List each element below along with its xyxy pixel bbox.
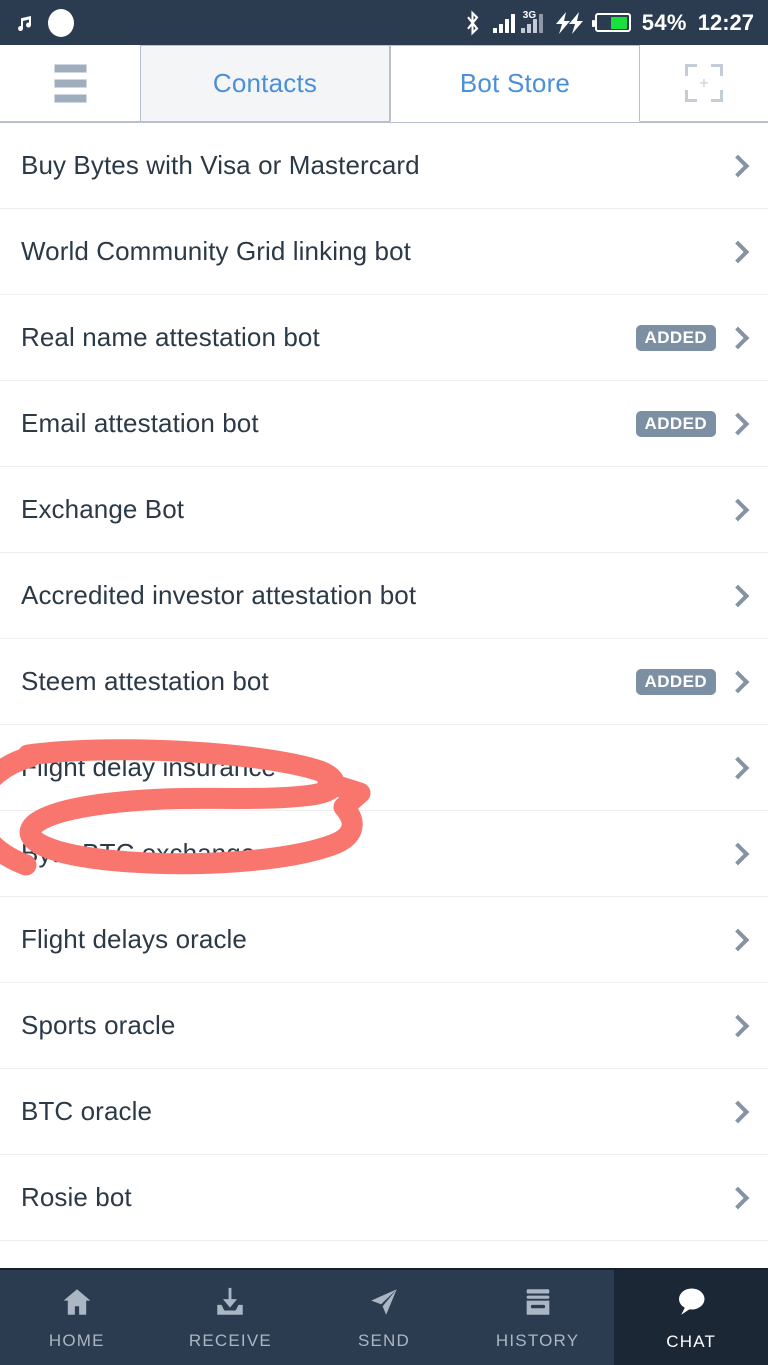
bot-name-label: Flight delays oracle	[21, 924, 247, 954]
bot-name-label: Real name attestation bot	[21, 322, 320, 352]
chevron-right-icon	[726, 498, 750, 521]
table-row[interactable]: Real name attestation bot ADDED	[0, 295, 768, 381]
bot-name-label: Byte-BTC exchange	[21, 838, 256, 868]
nav-item-history[interactable]: HISTORY	[460, 1270, 615, 1365]
bot-name-label: Rosie bot	[21, 1182, 132, 1212]
row-trailing	[726, 498, 750, 521]
menu-button[interactable]	[0, 45, 140, 122]
paper-plane-icon	[367, 1285, 401, 1324]
scan-add-icon: +	[685, 64, 723, 102]
clock-time: 12:27	[697, 9, 754, 35]
row-trailing	[726, 928, 750, 951]
row-trailing	[726, 1186, 750, 1209]
row-trailing	[726, 240, 750, 263]
archive-box-icon	[521, 1285, 555, 1324]
table-row[interactable]: World Community Grid linking bot	[0, 209, 768, 295]
white-circle-icon	[48, 8, 74, 37]
bot-name-label: Steem attestation bot	[21, 666, 269, 696]
nav-item-label: HISTORY	[495, 1330, 580, 1350]
chevron-right-icon	[726, 842, 750, 865]
bot-name-label: Flight delay insurance	[21, 752, 277, 782]
speech-bubble-icon	[673, 1284, 709, 1325]
tab-bot-store-label: Bot Store	[459, 68, 571, 98]
row-trailing	[726, 756, 750, 779]
row-trailing	[726, 842, 750, 865]
table-row[interactable]: Sports oracle	[0, 983, 768, 1069]
status-bar-right: 3G 54% 12:27	[463, 10, 754, 36]
bot-name-label: Exchange Bot	[21, 494, 185, 524]
bot-store-list[interactable]: Buy Bytes with Visa or Mastercard World C…	[0, 123, 768, 1268]
tab-contacts-label: Contacts	[212, 68, 318, 98]
nav-item-receive[interactable]: RECEIVE	[153, 1270, 308, 1365]
table-row[interactable]: Exchange Bot	[0, 467, 768, 553]
nav-item-label: RECEIVE	[188, 1330, 272, 1350]
nav-item-send[interactable]: SEND	[307, 1270, 461, 1365]
table-row[interactable]: Accredited investor attestation bot	[0, 553, 768, 639]
row-trailing: ADDED	[635, 410, 750, 437]
table-row[interactable]: Steem attestation bot ADDED	[0, 639, 768, 725]
home-icon	[60, 1285, 94, 1324]
chevron-right-icon	[726, 240, 750, 263]
scan-add-button[interactable]: +	[640, 45, 768, 122]
battery-icon	[591, 13, 631, 32]
music-note-icon	[14, 11, 38, 35]
chevron-right-icon	[726, 928, 750, 951]
chevron-right-icon	[726, 1014, 750, 1037]
bot-name-label: Buy Bytes with Visa or Mastercard	[21, 150, 420, 180]
chevron-right-icon	[726, 154, 750, 177]
row-trailing	[726, 584, 750, 607]
chevron-right-icon	[726, 584, 750, 607]
row-trailing: ADDED	[635, 668, 750, 695]
nav-item-home[interactable]: HOME	[0, 1270, 154, 1365]
nav-item-label: HOME	[48, 1330, 105, 1350]
chevron-right-icon	[726, 326, 750, 349]
top-tab-bar: Contacts Bot Store +	[0, 45, 768, 123]
status-bar-left	[14, 8, 74, 37]
table-row[interactable]: Flight delay insurance	[0, 725, 768, 811]
nav-item-label: SEND	[357, 1330, 410, 1350]
table-row[interactable]: Email attestation bot ADDED	[0, 381, 768, 467]
network-3g-label: 3G	[522, 9, 537, 21]
hamburger-menu-icon	[53, 63, 87, 103]
charging-bolt-icon	[554, 11, 584, 34]
tab-bot-store[interactable]: Bot Store	[390, 45, 640, 122]
signal-bars-icon: 3G	[492, 9, 543, 33]
nav-item-chat[interactable]: CHAT	[614, 1270, 768, 1365]
table-row[interactable]: Buy Bytes with Visa or Mastercard	[0, 123, 768, 209]
download-tray-icon	[213, 1285, 247, 1324]
bot-name-label: World Community Grid linking bot	[21, 236, 411, 266]
bottom-navigation: HOME RECEIVE SEND HISTORY CHAT	[0, 1268, 768, 1365]
bot-name-label: BTC oracle	[21, 1096, 153, 1126]
row-trailing	[726, 154, 750, 177]
status-badge: ADDED	[635, 668, 716, 695]
status-badge: ADDED	[635, 410, 716, 437]
status-bar: 3G 54% 12:27	[0, 0, 768, 45]
bot-name-label: Email attestation bot	[21, 408, 259, 438]
chevron-right-icon	[726, 756, 750, 779]
app-root: 3G 54% 12:27 Contacts Bot Store + Buy By…	[0, 0, 768, 1365]
row-trailing	[726, 1100, 750, 1123]
battery-percent: 54%	[641, 9, 687, 35]
bot-name-label: Accredited investor attestation bot	[21, 580, 417, 610]
bot-name-label: Sports oracle	[21, 1010, 176, 1040]
table-row[interactable]: BTC oracle	[0, 1069, 768, 1155]
chevron-right-icon	[726, 412, 750, 435]
bluetooth-icon	[463, 9, 482, 36]
table-row[interactable]: Rosie bot	[0, 1155, 768, 1241]
table-row[interactable]: Flight delays oracle	[0, 897, 768, 983]
row-trailing	[726, 1014, 750, 1037]
chevron-right-icon	[726, 1186, 750, 1209]
table-row[interactable]: Byte-BTC exchange	[0, 811, 768, 897]
chevron-right-icon	[726, 1100, 750, 1123]
chevron-right-icon	[726, 670, 750, 693]
tab-contacts[interactable]: Contacts	[140, 45, 390, 122]
nav-item-label: CHAT	[666, 1331, 717, 1351]
row-trailing: ADDED	[635, 324, 750, 351]
status-badge: ADDED	[635, 324, 716, 351]
